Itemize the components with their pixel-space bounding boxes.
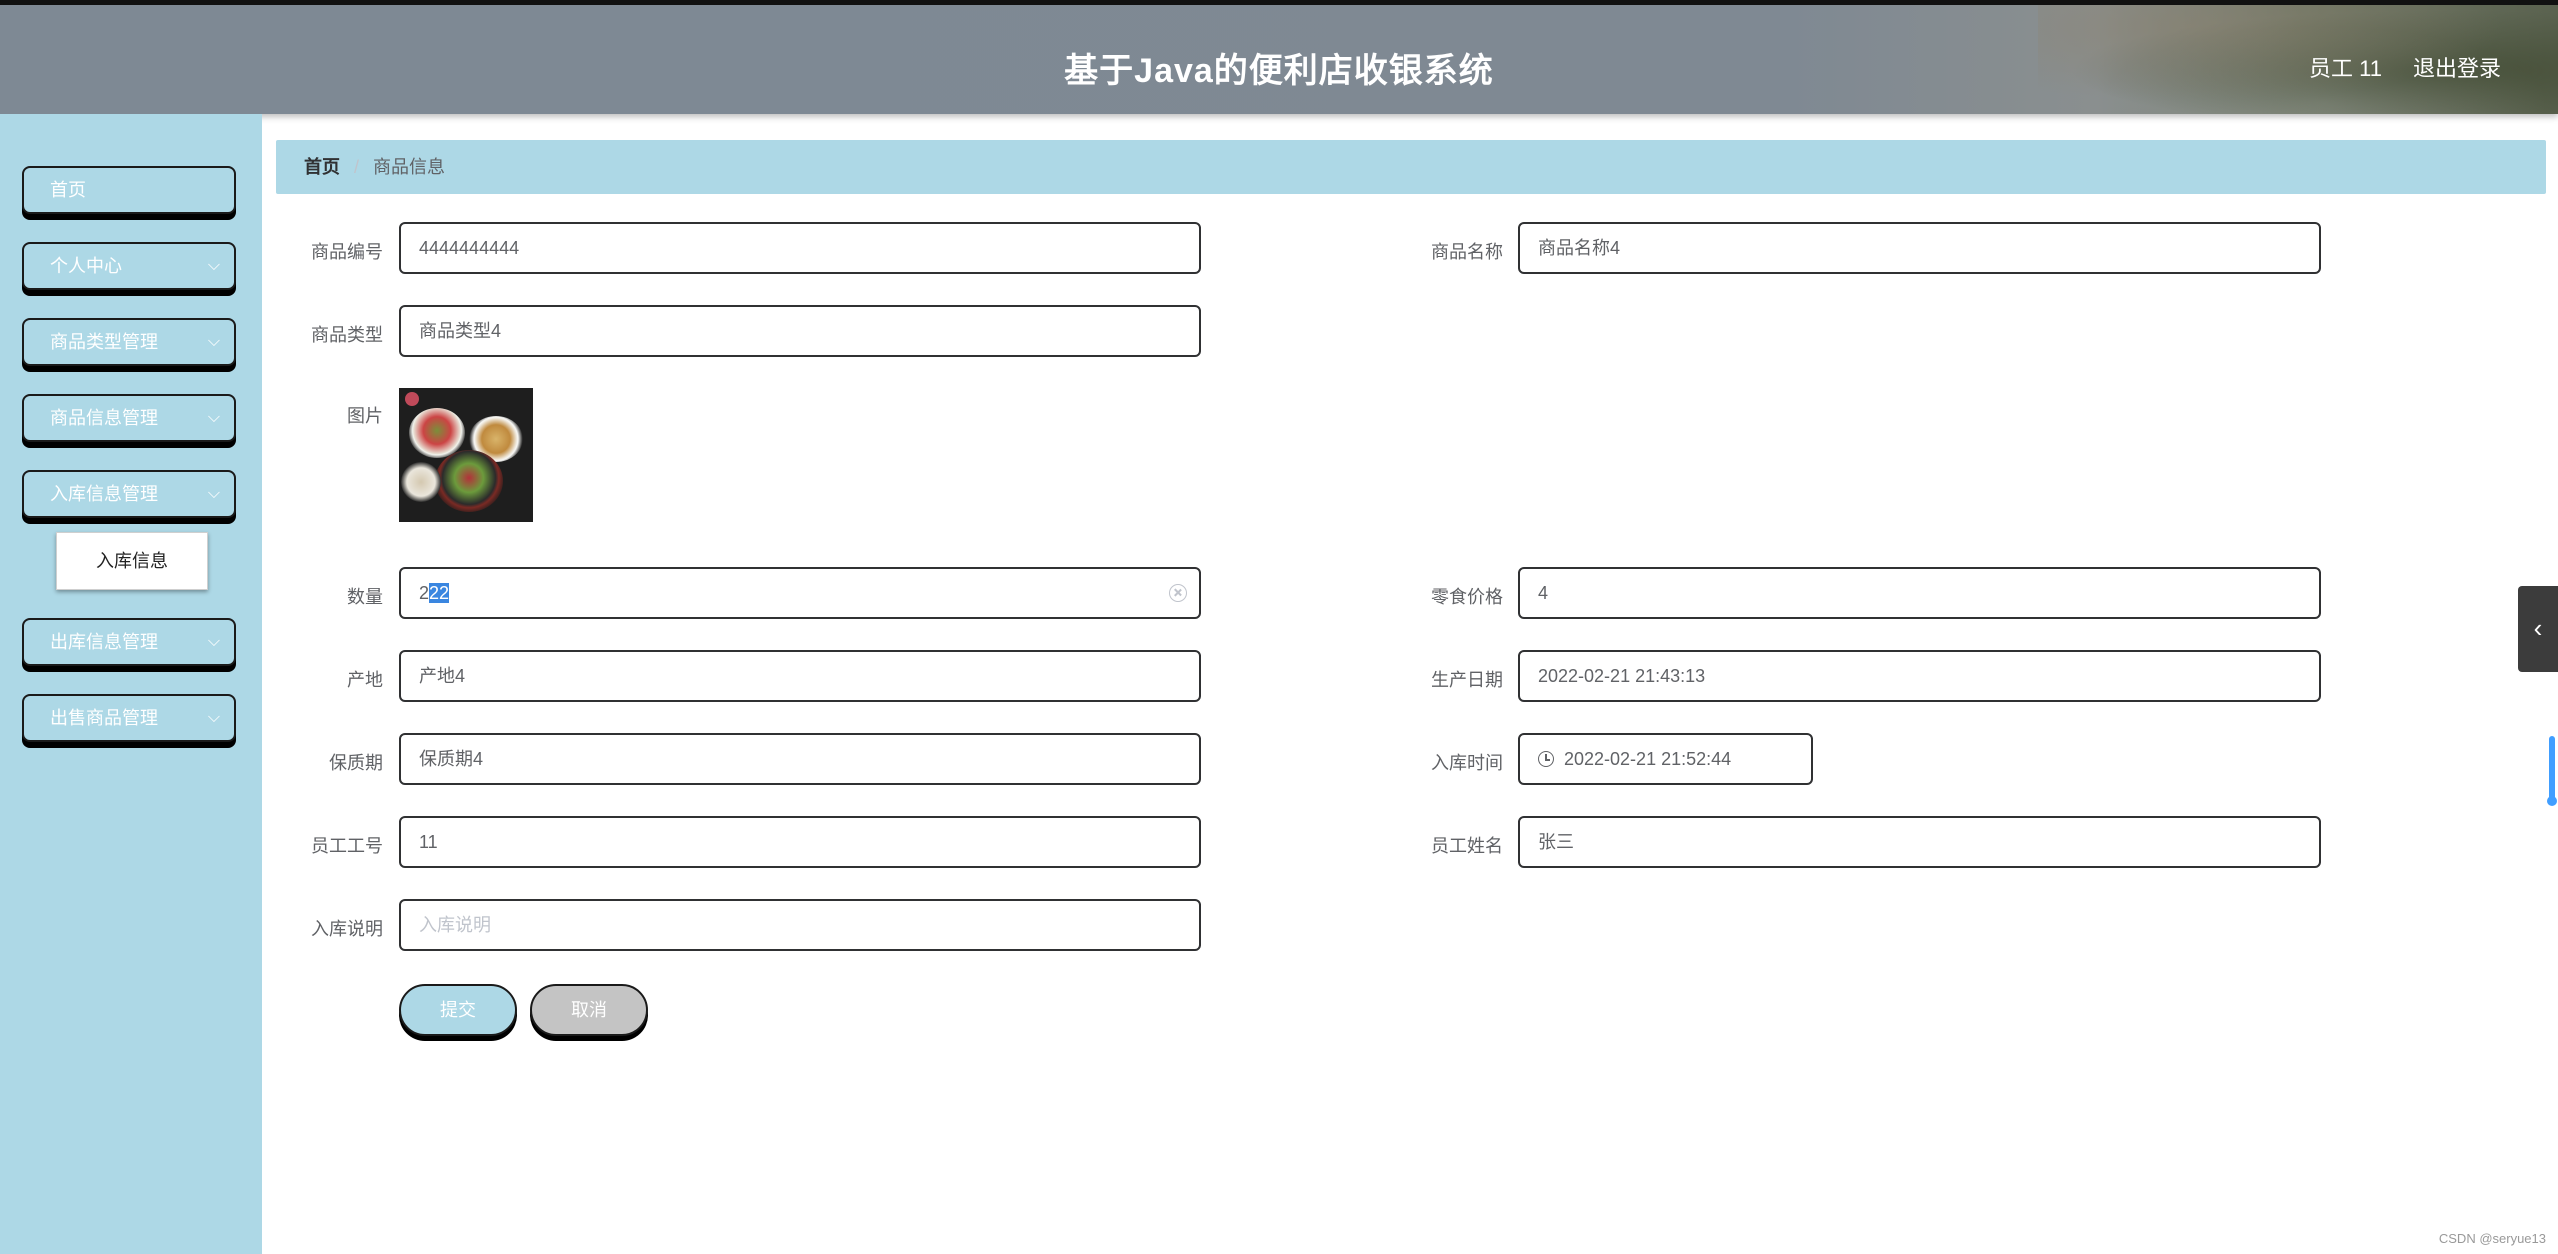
production-date-input[interactable]: 2022-02-21 21:43:13 [1518,650,2321,702]
sidebar-item-label: 出售商品管理 [50,708,158,728]
image-label: 图片 [347,406,383,426]
side-panel-toggle[interactable]: ‹ [2518,586,2558,672]
product-name-label: 商品名称 [1431,242,1503,262]
breadcrumb: 首页 / 商品信息 [276,140,2546,194]
chevron-down-icon: ⌵ [207,709,220,726]
chevron-down-icon: ⌵ [207,633,220,650]
clock-icon [1538,751,1554,767]
product-type-label: 商品类型 [311,325,383,345]
sidebar-item-label: 个人中心 [50,256,122,276]
chevron-left-icon: ‹ [2533,613,2543,643]
top-header: 基于Java的便利店收银系统 员工 11 退出登录 [0,0,2558,114]
product-type-input[interactable]: 商品类型4 [399,305,1201,357]
logout-button[interactable]: 退出登录 [2413,51,2501,83]
snack-price-input[interactable]: 4 [1518,567,2321,619]
scroll-indicator[interactable] [2547,736,2557,806]
app-title: 基于Java的便利店收银系统 [1064,52,1494,90]
product-image[interactable] [399,388,533,522]
sidebar-item-label: 入库信息管理 [50,484,158,504]
sidebar-item-label: 商品信息管理 [50,408,158,428]
sidebar-item-stock-in-management[interactable]: 入库信息管理 ⌵ [22,470,236,518]
watermark: CSDN @seryue13 [2438,1231,2546,1246]
breadcrumb-current: 商品信息 [373,157,446,177]
clear-icon[interactable] [1169,584,1187,602]
employee-name-input[interactable]: 张三 [1518,816,2321,868]
employee-no-label: 员工工号 [311,836,383,856]
chevron-down-icon: ⌵ [207,485,220,502]
stock-in-time-value: 2022-02-21 21:52:44 [1564,749,1732,769]
stock-in-time-label: 入库时间 [1431,753,1503,773]
product-code-label: 商品编号 [311,242,383,262]
chevron-down-icon: ⌵ [207,257,220,274]
submenu-item-stock-in-info[interactable]: 入库信息 [56,532,208,590]
quantity-selected-text: 22 [429,583,450,603]
breadcrumb-separator: / [354,157,360,177]
sidebar-item-product-info-management[interactable]: 商品信息管理 ⌵ [22,394,236,442]
stock-in-time-picker[interactable]: 2022-02-21 21:52:44 [1518,733,1813,785]
quantity-label: 数量 [347,587,383,607]
sidebar-item-label: 首页 [50,180,86,200]
snack-price-label: 零食价格 [1431,587,1503,607]
sidebar-item-stock-out-management[interactable]: 出库信息管理 ⌵ [22,618,236,666]
sidebar-item-label: 出库信息管理 [50,632,158,652]
quantity-input[interactable]: 222 [399,567,1201,619]
breadcrumb-home[interactable]: 首页 [304,157,340,177]
current-user: 员工 11 [2309,56,2382,81]
origin-label: 产地 [347,670,383,690]
sidebar-item-personal-center[interactable]: 个人中心 ⌵ [22,242,236,290]
sidebar-item-label: 商品类型管理 [50,332,158,352]
sidebar-item-home[interactable]: 首页 [22,166,236,214]
sidebar-item-product-type-management[interactable]: 商品类型管理 ⌵ [22,318,236,366]
product-code-input[interactable]: 4444444444 [399,222,1201,274]
quantity-value: 2 [419,583,430,603]
production-date-label: 生产日期 [1431,670,1503,690]
employee-name-label: 员工姓名 [1431,836,1503,856]
shelf-life-input[interactable]: 保质期4 [399,733,1201,785]
sidebar-item-sales-management[interactable]: 出售商品管理 ⌵ [22,694,236,742]
employee-no-input[interactable]: 11 [399,816,1201,868]
chevron-down-icon: ⌵ [207,333,220,350]
shelf-life-label: 保质期 [329,753,383,773]
origin-input[interactable]: 产地4 [399,650,1201,702]
product-name-input[interactable]: 商品名称4 [1518,222,2321,274]
stock-in-note-label: 入库说明 [311,919,383,939]
sidebar: 首页 个人中心 ⌵ 商品类型管理 ⌵ 商品信息管理 ⌵ 入库信息管理 ⌵ 出库信… [0,114,262,1254]
chevron-down-icon: ⌵ [207,409,220,426]
stock-in-note-input[interactable]: 入库说明 [399,899,1201,951]
cancel-button[interactable]: 取消 [530,984,648,1036]
submit-button[interactable]: 提交 [399,984,517,1036]
